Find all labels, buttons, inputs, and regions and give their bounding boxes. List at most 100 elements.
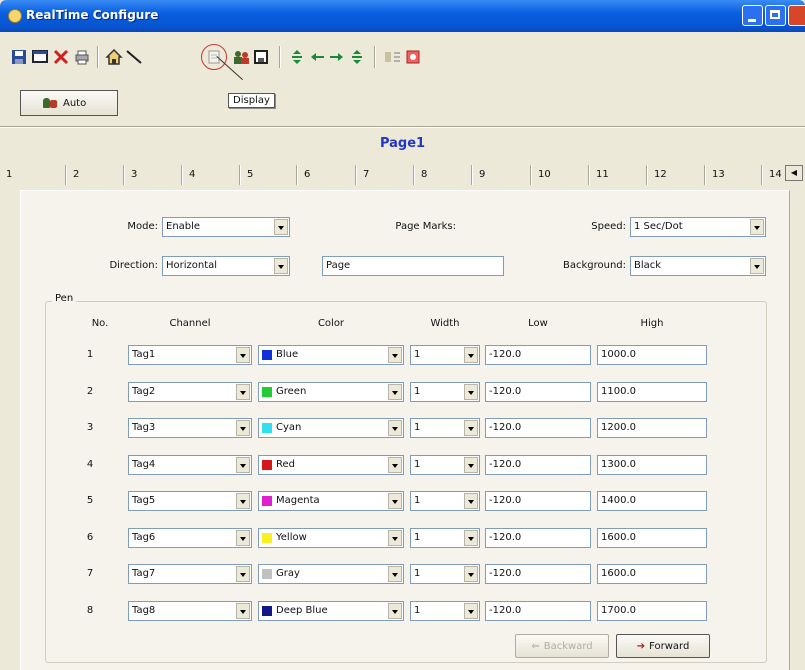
chevron-down-icon[interactable] [388,457,402,473]
low-input[interactable]: -120.0 [485,528,591,548]
chevron-down-icon[interactable] [236,420,250,436]
chevron-down-icon[interactable] [388,384,402,400]
move-vertical-icon[interactable] [348,48,366,66]
chevron-down-icon[interactable] [236,530,250,546]
chevron-down-icon[interactable] [236,384,250,400]
chevron-down-icon[interactable] [236,566,250,582]
window-icon[interactable] [31,48,49,66]
page-marks-input[interactable]: Page [322,256,504,276]
color-select[interactable]: Magenta [258,491,404,511]
move-left-icon[interactable] [308,48,326,66]
background-select[interactable]: Black [630,256,766,276]
chevron-down-icon[interactable] [750,258,764,274]
delete-icon[interactable] [52,48,70,66]
disk-icon[interactable] [252,48,270,66]
chevron-down-icon[interactable] [236,603,250,619]
chevron-down-icon[interactable] [464,493,478,509]
channel-select[interactable]: Tag2 [128,382,252,402]
chevron-down-icon[interactable] [274,258,288,274]
chevron-down-icon[interactable] [464,457,478,473]
chevron-down-icon[interactable] [464,347,478,363]
high-input[interactable]: 1400.0 [597,491,707,511]
speed-select[interactable]: 1 Sec/Dot [630,217,766,237]
chevron-down-icon[interactable] [274,219,288,235]
color-select[interactable]: Red [258,455,404,475]
line-icon[interactable] [125,48,143,66]
color-select[interactable]: Yellow [258,528,404,548]
tab-4[interactable]: 4 [182,165,195,185]
tab-6[interactable]: 6 [297,165,310,185]
move-right-icon[interactable] [328,48,346,66]
tab-3[interactable]: 3 [124,165,137,185]
tab-8[interactable]: 8 [414,165,427,185]
display-icon[interactable] [201,44,227,70]
color-select[interactable]: Deep Blue [258,601,404,621]
width-select[interactable]: 1 [410,418,480,438]
move-vertical-icon[interactable] [288,48,306,66]
width-select[interactable]: 1 [410,528,480,548]
high-input[interactable]: 1200.0 [597,418,707,438]
tab-12[interactable]: 12 [647,165,667,185]
channel-select[interactable]: Tag5 [128,491,252,511]
low-input[interactable]: -120.0 [485,491,591,511]
chevron-down-icon[interactable] [388,566,402,582]
minimize-button[interactable] [742,5,763,26]
chevron-down-icon[interactable] [464,530,478,546]
tab-14[interactable]: 14 [762,165,782,185]
mode-select[interactable]: Enable [162,217,290,237]
width-select[interactable]: 1 [410,491,480,511]
color-select[interactable]: Cyan [258,418,404,438]
close-button[interactable] [788,5,805,26]
high-input[interactable]: 1000.0 [597,345,707,365]
channel-select[interactable]: Tag3 [128,418,252,438]
save-icon[interactable] [10,48,28,66]
tab-10[interactable]: 10 [531,165,551,185]
tab-scroll-left-icon[interactable]: ◀ [785,165,803,181]
chevron-down-icon[interactable] [236,347,250,363]
channel-select[interactable]: Tag7 [128,564,252,584]
high-input[interactable]: 1100.0 [597,382,707,402]
tab-1[interactable]: 1 [6,165,12,185]
low-input[interactable]: -120.0 [485,455,591,475]
color-select[interactable]: Gray [258,564,404,584]
tab-5[interactable]: 5 [240,165,253,185]
width-select[interactable]: 1 [410,455,480,475]
config-icon[interactable] [404,48,422,66]
chevron-down-icon[interactable] [236,457,250,473]
chevron-down-icon[interactable] [464,603,478,619]
high-input[interactable]: 1300.0 [597,455,707,475]
chevron-down-icon[interactable] [388,493,402,509]
tab-11[interactable]: 11 [589,165,609,185]
high-input[interactable]: 1600.0 [597,564,707,584]
high-input[interactable]: 1600.0 [597,528,707,548]
channel-select[interactable]: Tag4 [128,455,252,475]
direction-select[interactable]: Horizontal [162,256,290,276]
auto-button[interactable]: Auto [20,90,118,116]
chevron-down-icon[interactable] [388,420,402,436]
low-input[interactable]: -120.0 [485,564,591,584]
chevron-down-icon[interactable] [388,347,402,363]
low-input[interactable]: -120.0 [485,601,591,621]
tab-13[interactable]: 13 [705,165,725,185]
chevron-down-icon[interactable] [464,420,478,436]
tab-9[interactable]: 9 [472,165,485,185]
channel-select[interactable]: Tag1 [128,345,252,365]
properties-icon[interactable] [384,48,402,66]
users-icon[interactable] [232,48,250,66]
width-select[interactable]: 1 [410,382,480,402]
tab-2[interactable]: 2 [66,165,79,185]
chevron-down-icon[interactable] [388,530,402,546]
channel-select[interactable]: Tag6 [128,528,252,548]
chevron-down-icon[interactable] [464,384,478,400]
home-icon[interactable] [105,48,123,66]
backward-button[interactable]: ⇐ Backward [515,634,609,658]
channel-select[interactable]: Tag8 [128,601,252,621]
maximize-button[interactable] [765,5,786,26]
color-select[interactable]: Green [258,382,404,402]
tab-7[interactable]: 7 [356,165,369,185]
width-select[interactable]: 1 [410,601,480,621]
forward-button[interactable]: ➔ Forward [616,634,710,658]
color-select[interactable]: Blue [258,345,404,365]
chevron-down-icon[interactable] [236,493,250,509]
high-input[interactable]: 1700.0 [597,601,707,621]
